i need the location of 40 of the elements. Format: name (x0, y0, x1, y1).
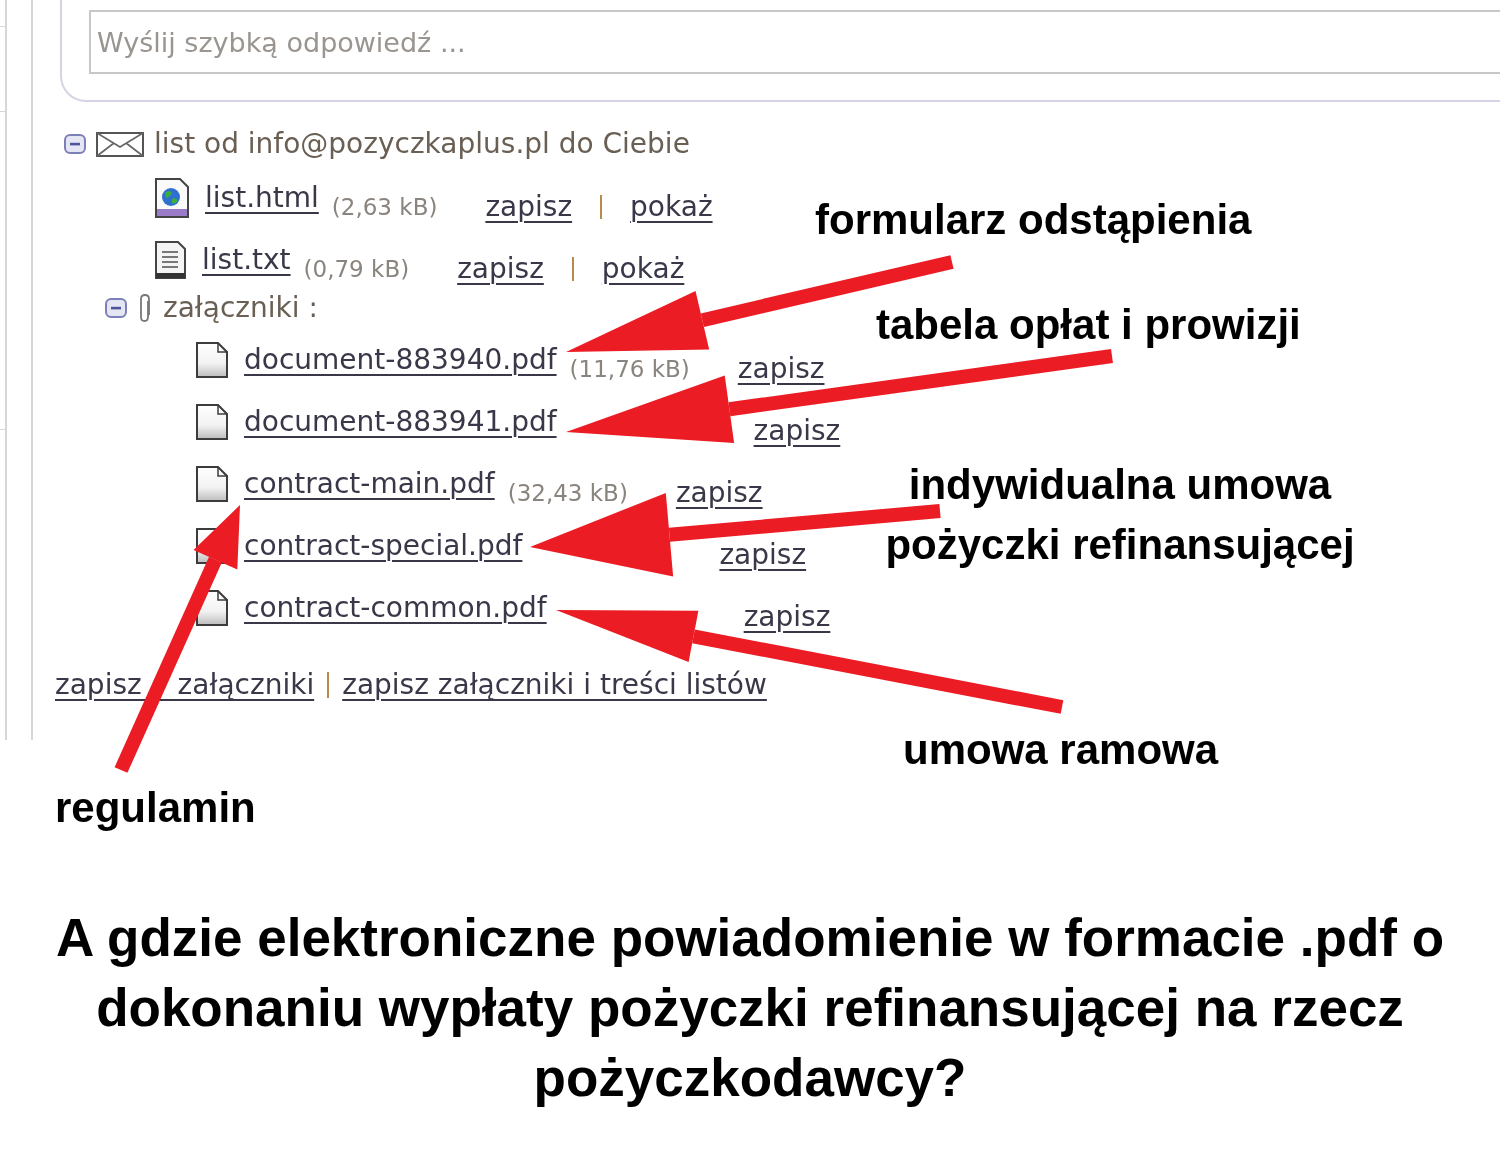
action-link[interactable]: pokaż (630, 186, 713, 228)
file-link[interactable]: document-883941.pdf (244, 401, 557, 443)
file-link[interactable]: contract-special.pdf (244, 525, 523, 567)
action-link[interactable]: zapisz (719, 534, 807, 576)
annotation-label: regulamin (55, 783, 256, 833)
action-link[interactable]: zapisz (457, 248, 544, 290)
globe-file-icon (154, 177, 190, 219)
annotation-label: formularz odstąpienia (815, 195, 1252, 245)
annotation-label: tabela opłat i prowizji (876, 300, 1301, 350)
action-link[interactable]: zapisz (737, 348, 825, 390)
collapse-icon[interactable] (105, 298, 127, 318)
file-size: (0,79 kB) (303, 254, 410, 284)
question-caption: A gdzie elektroniczne powiadomienie w formacie .pdf o dokonaniu wypłaty pożyczki refinansującej na rzecz pożyczkodawcy? (54, 907, 1445, 1109)
paperclip-icon (137, 293, 153, 323)
envelope-icon (96, 131, 144, 157)
file-link[interactable]: list.txt (202, 239, 291, 281)
file-icon (195, 341, 229, 379)
text-file-icon (154, 240, 187, 280)
file-link[interactable]: contract-common.pdf (244, 587, 547, 629)
action-link[interactable]: zapisz (743, 596, 831, 638)
folder-label: załączniki : (163, 290, 318, 326)
action-link[interactable]: pokaż (601, 248, 685, 290)
reply-field[interactable]: Wyślij szybką odpowiedź ... (89, 10, 1500, 74)
file-icon (195, 403, 229, 441)
footer-link[interactable]: zapisz załączniki i treści listów (342, 664, 767, 706)
annotation-label: umowa ramowa (903, 725, 1219, 775)
action-link[interactable]: zapisz (753, 410, 841, 452)
file-size: (32,43 kB) (507, 478, 628, 508)
file-link[interactable]: contract-main.pdf (244, 463, 495, 505)
file-icon (195, 465, 229, 503)
action-link[interactable]: zapisz (485, 186, 573, 228)
footer-link[interactable]: zapisz załączniki (55, 664, 315, 706)
message-label: list od info@pozyczkaplus.pl do Ciebie (154, 126, 690, 162)
file-size: (2,63 kB) (331, 192, 438, 222)
annotation-label: indywidualna umowa pożyczki refinansującej (884, 460, 1356, 570)
file-size: (11,76 kB) (569, 354, 690, 384)
file-link[interactable]: document-883940.pdf (244, 339, 557, 381)
collapse-icon[interactable] (64, 134, 86, 154)
file-link[interactable]: list.html (205, 177, 319, 219)
action-link[interactable]: zapisz (675, 472, 763, 514)
